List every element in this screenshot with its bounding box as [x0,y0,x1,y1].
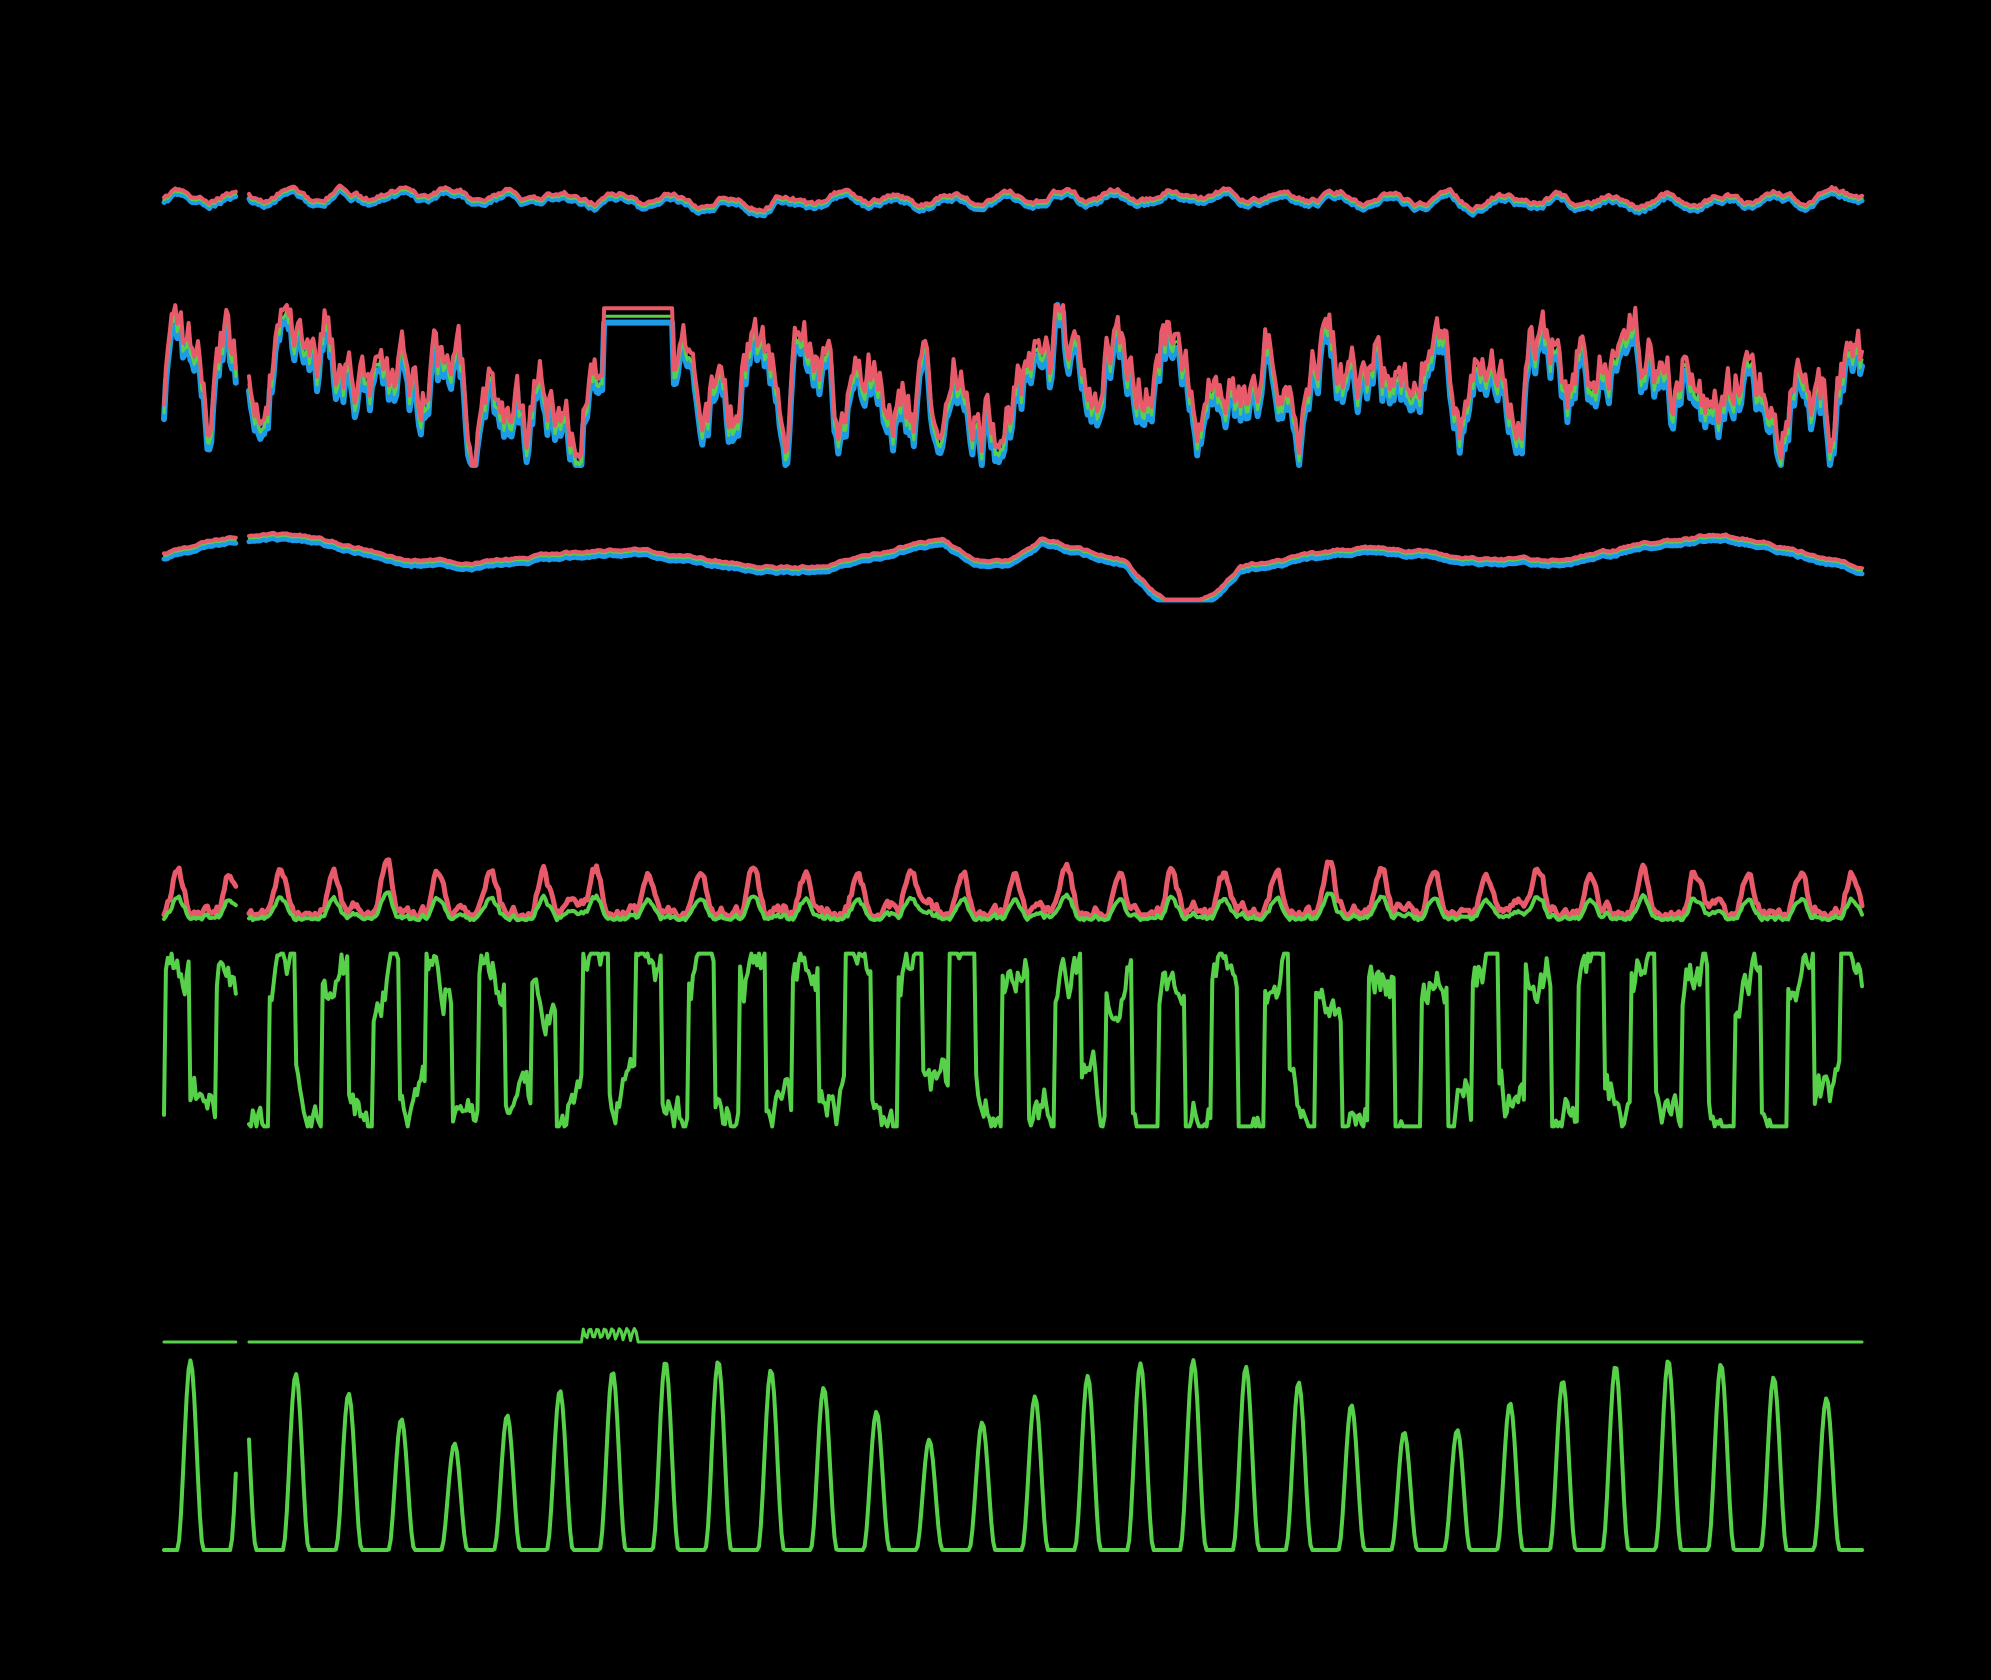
stacked-time-series-chart [0,0,1991,1680]
chart-background [0,0,1991,1680]
